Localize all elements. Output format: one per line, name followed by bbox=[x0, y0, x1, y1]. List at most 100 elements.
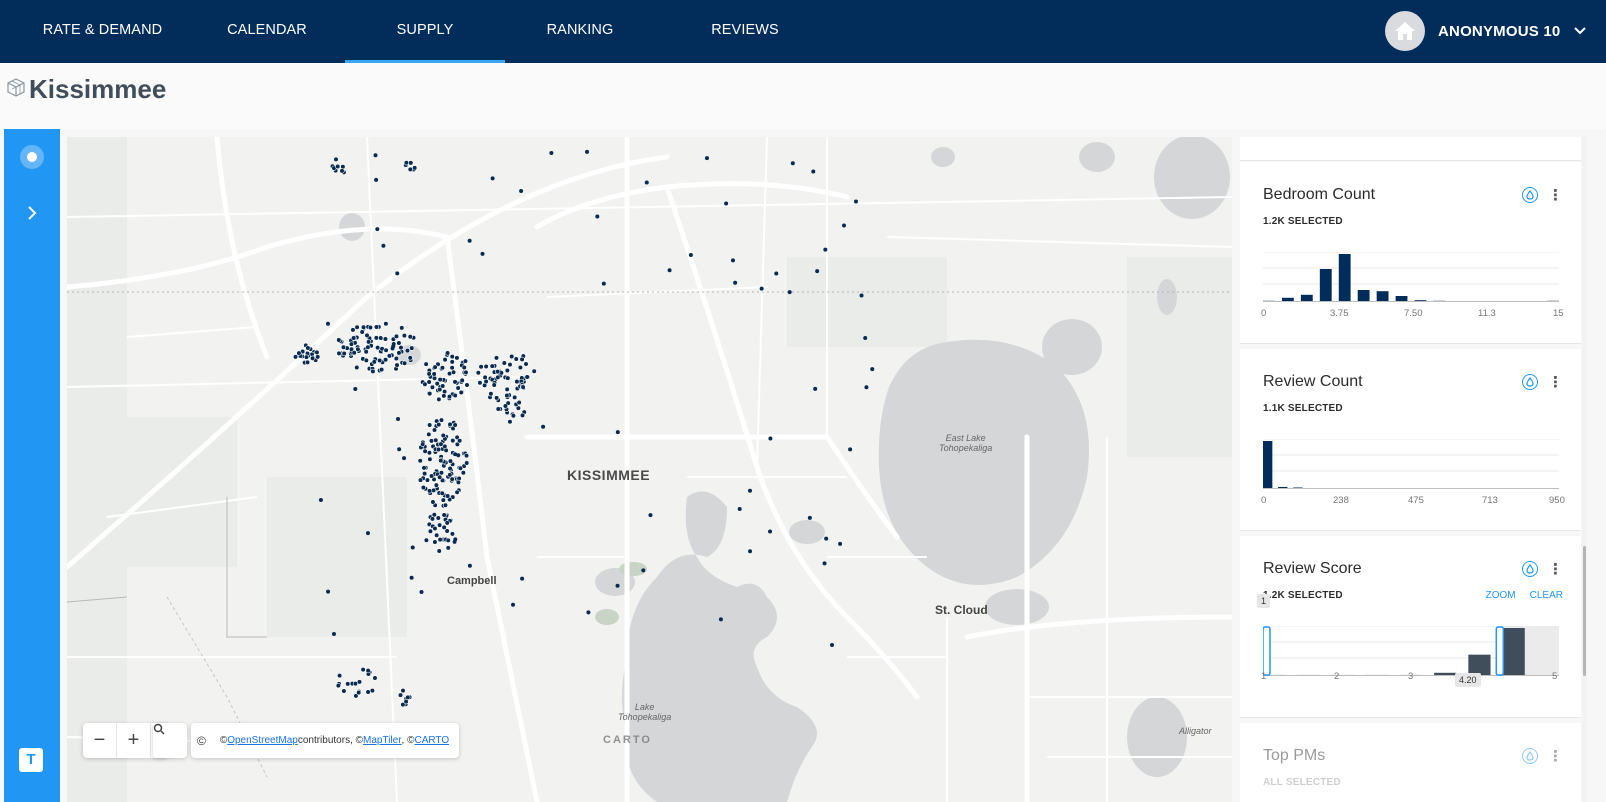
listing-point bbox=[340, 344, 347, 350]
chevron-right-icon[interactable] bbox=[23, 204, 41, 222]
review-score-histogram[interactable] bbox=[1263, 626, 1559, 676]
user-name: ANONYMOUS 10 bbox=[1438, 22, 1561, 40]
t-badge-icon[interactable]: T bbox=[19, 748, 43, 772]
chevron-down-icon[interactable] bbox=[1574, 27, 1587, 35]
copyright-button[interactable]: © bbox=[197, 734, 206, 748]
tab-reviews[interactable]: REVIEWS bbox=[680, 0, 810, 63]
zoom-in-button[interactable]: + bbox=[117, 723, 151, 758]
listing-point bbox=[351, 350, 357, 356]
tab-supply[interactable]: SUPPLY bbox=[345, 0, 505, 63]
listing-point bbox=[483, 363, 489, 370]
listing-point bbox=[348, 341, 355, 347]
bedroom-histogram[interactable] bbox=[1263, 252, 1559, 302]
listing-point bbox=[441, 512, 447, 518]
maptiler-link[interactable]: MapTiler bbox=[363, 735, 402, 746]
listing-point bbox=[495, 369, 501, 375]
review-count-histogram[interactable] bbox=[1263, 439, 1559, 489]
listing-point bbox=[449, 354, 455, 360]
color-drop-icon[interactable] bbox=[1522, 187, 1538, 203]
listing-point bbox=[615, 583, 620, 588]
carto-link[interactable]: CARTO bbox=[414, 735, 449, 746]
listing-point bbox=[450, 437, 456, 444]
osm-link[interactable]: OpenStreetMap bbox=[227, 735, 298, 746]
user-menu[interactable]: ANONYMOUS 10 bbox=[1385, 10, 1587, 52]
widget-selected-count: ALL SELECTED bbox=[1263, 777, 1341, 788]
tab-rate-demand[interactable]: RATE & DEMAND bbox=[36, 0, 169, 63]
listing-point bbox=[724, 201, 729, 206]
listing-point bbox=[374, 177, 379, 182]
listing-point bbox=[463, 452, 470, 459]
listing-point bbox=[461, 364, 467, 371]
listing-point bbox=[431, 375, 438, 381]
listing-point bbox=[490, 176, 495, 181]
top-nav-bar: RATE & DEMAND CALENDAR SUPPLY RANKING RE… bbox=[0, 0, 1606, 63]
histogram-bar bbox=[1376, 291, 1389, 302]
listing-point bbox=[363, 357, 369, 363]
listing-point bbox=[326, 589, 331, 594]
listing-point bbox=[382, 357, 389, 363]
listing-point bbox=[848, 447, 853, 452]
listing-point bbox=[648, 513, 653, 518]
layers-toggle-icon[interactable] bbox=[20, 145, 44, 169]
listing-point bbox=[371, 359, 377, 365]
listing-point bbox=[520, 384, 526, 390]
listing-point bbox=[373, 335, 379, 341]
listing-point bbox=[436, 396, 442, 402]
more-options-icon[interactable]: ⋮ bbox=[1548, 749, 1563, 764]
color-drop-icon[interactable] bbox=[1522, 748, 1538, 764]
listing-point bbox=[519, 188, 524, 193]
listing-point bbox=[391, 344, 396, 349]
listing-point bbox=[787, 290, 792, 295]
tab-calendar[interactable]: CALENDAR bbox=[202, 0, 332, 63]
listing-point bbox=[354, 324, 360, 330]
listing-point bbox=[365, 667, 371, 674]
listing-point bbox=[454, 355, 460, 361]
listing-point bbox=[667, 268, 672, 273]
listing-point bbox=[386, 353, 393, 359]
map-view[interactable]: KISSIMMEE Campbell St. Cloud East Lake T… bbox=[67, 137, 1232, 802]
clear-button[interactable]: CLEAR bbox=[1530, 590, 1563, 601]
more-options-icon[interactable]: ⋮ bbox=[1548, 188, 1563, 203]
search-icon bbox=[153, 723, 165, 735]
more-options-icon[interactable]: ⋮ bbox=[1548, 375, 1563, 390]
histogram-bar bbox=[1338, 254, 1351, 302]
listing-point bbox=[453, 537, 458, 542]
color-drop-icon[interactable] bbox=[1522, 561, 1538, 577]
more-options-icon[interactable]: ⋮ bbox=[1548, 562, 1563, 577]
avatar[interactable] bbox=[1385, 11, 1425, 51]
listing-point bbox=[457, 438, 463, 444]
listing-point bbox=[467, 238, 472, 243]
listing-point bbox=[435, 446, 442, 453]
panel-scrollbar-thumb[interactable] bbox=[1583, 546, 1586, 676]
listing-point bbox=[452, 422, 458, 428]
listing-point bbox=[365, 531, 370, 536]
listing-point bbox=[422, 448, 428, 454]
listing-point bbox=[430, 499, 436, 505]
listing-point bbox=[446, 370, 453, 377]
listing-point bbox=[586, 610, 591, 615]
color-drop-icon[interactable] bbox=[1522, 374, 1538, 390]
listing-point bbox=[399, 325, 405, 331]
listing-point bbox=[314, 349, 320, 355]
range-handle bbox=[1263, 626, 1271, 676]
axis-tick: 0 bbox=[1261, 308, 1267, 319]
panel-scrollbar[interactable] bbox=[1582, 137, 1587, 802]
listing-point bbox=[296, 350, 302, 356]
zoom-out-button[interactable]: − bbox=[83, 723, 117, 758]
listing-point bbox=[512, 394, 518, 400]
tab-ranking[interactable]: RANKING bbox=[515, 0, 645, 63]
side-rail: T bbox=[4, 129, 60, 802]
listing-point bbox=[449, 531, 456, 537]
listing-point bbox=[407, 355, 413, 361]
listing-point bbox=[641, 568, 646, 573]
listing-point bbox=[426, 379, 432, 385]
axis-tick: 238 bbox=[1333, 495, 1349, 506]
listing-point bbox=[442, 502, 449, 508]
listing-point bbox=[759, 286, 764, 291]
attrib-mid1: contributors, © bbox=[297, 735, 363, 746]
listing-point bbox=[370, 368, 376, 374]
zoom-button[interactable]: ZOOM bbox=[1486, 590, 1516, 601]
listing-point bbox=[514, 379, 520, 385]
map-search-button[interactable] bbox=[153, 723, 187, 758]
map-label-kissimmee: KISSIMMEE bbox=[567, 467, 651, 483]
